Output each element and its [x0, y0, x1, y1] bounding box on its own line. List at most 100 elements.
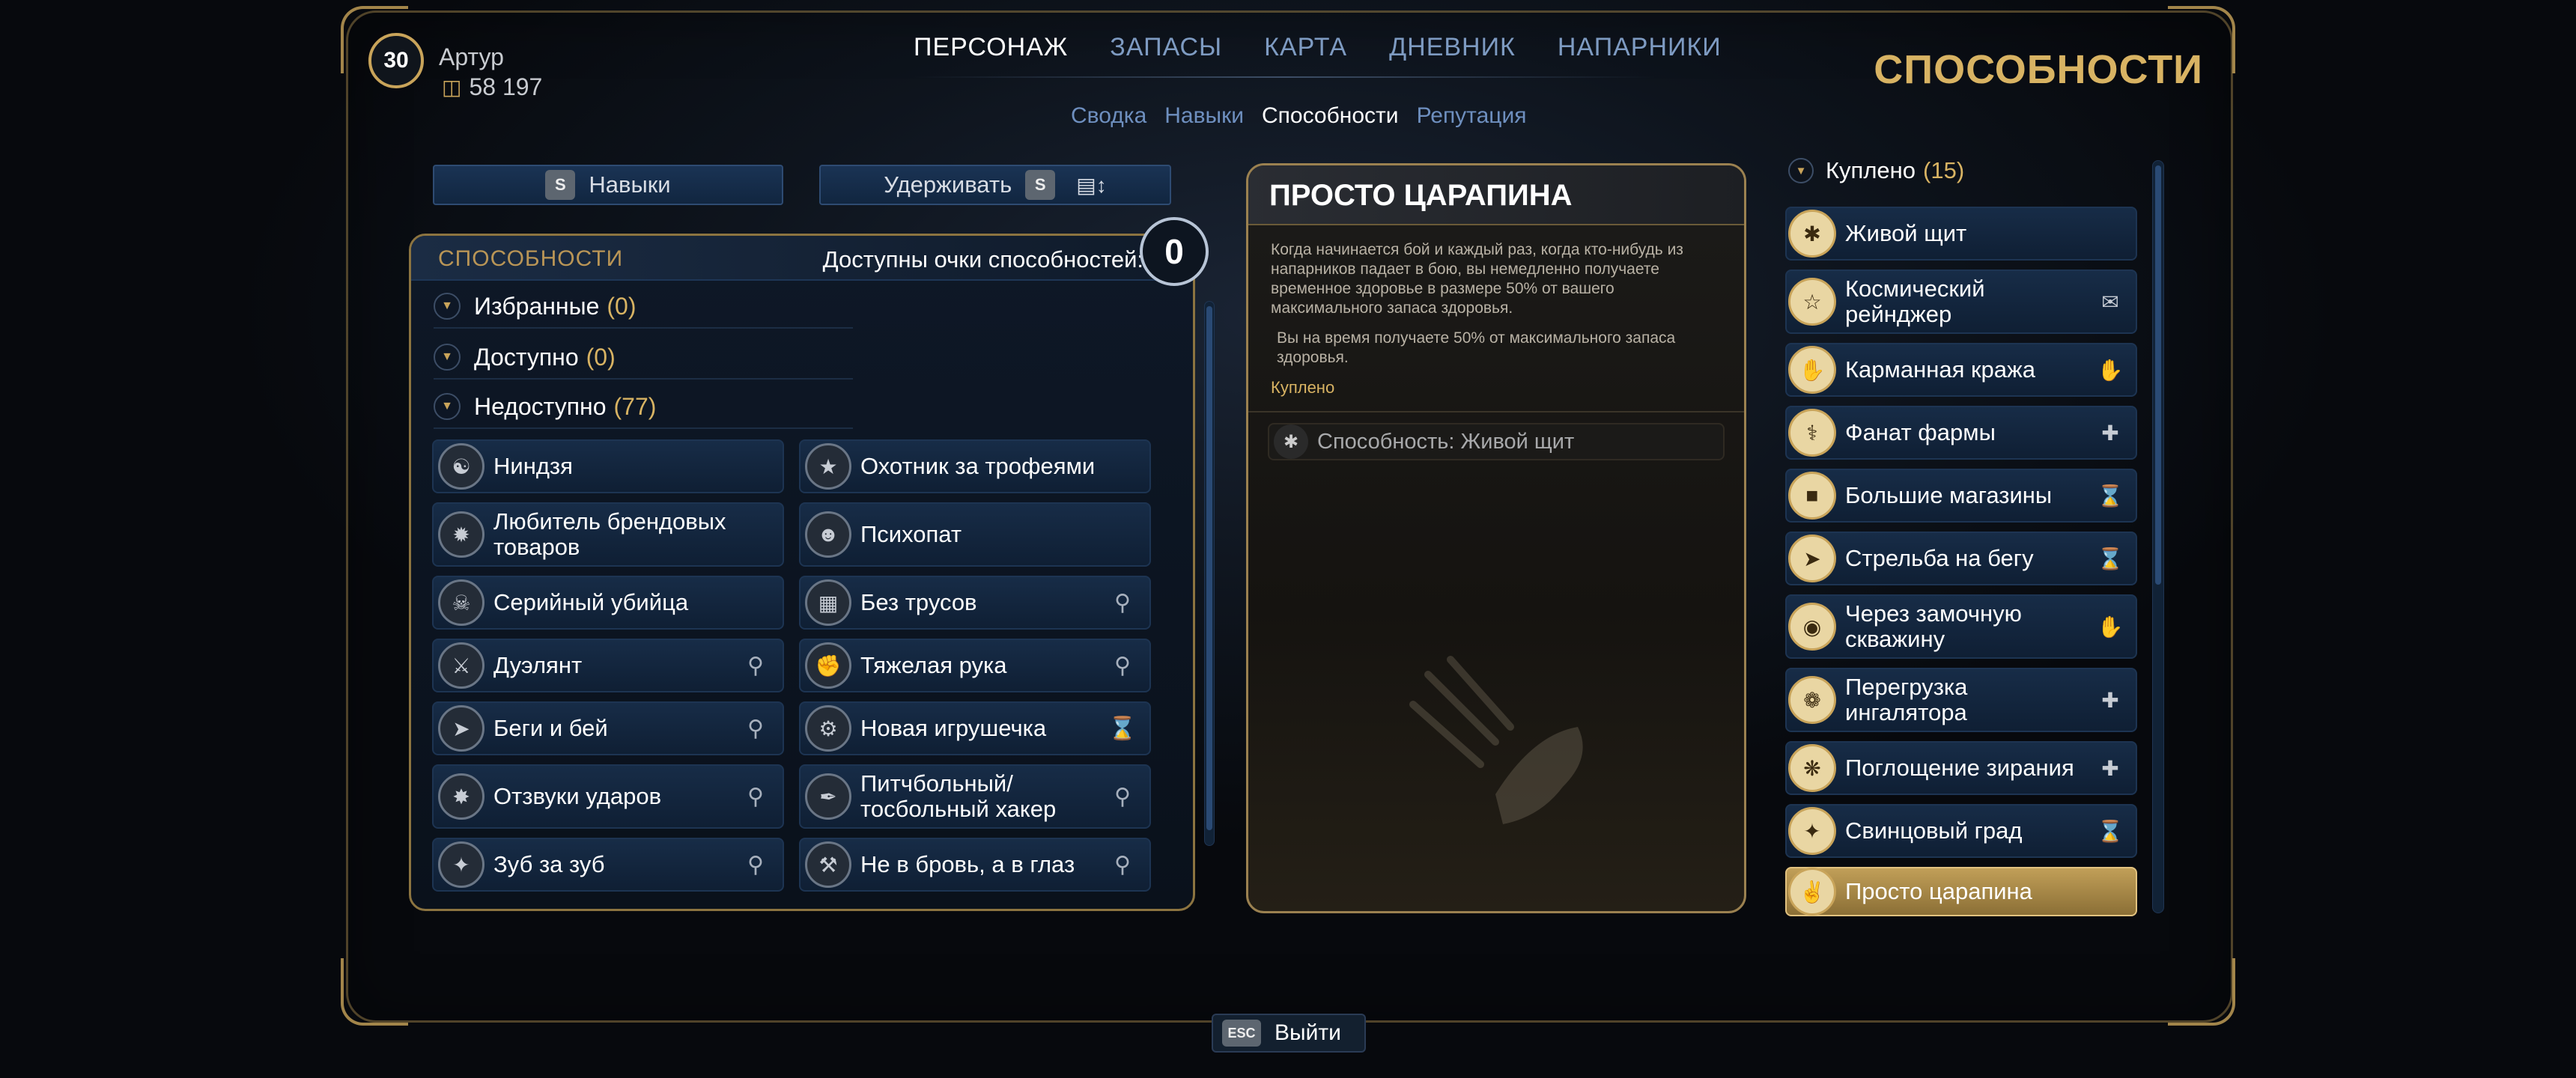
- perk-label: Стрельба на бегу: [1845, 545, 2034, 571]
- scroll-thumb[interactable]: [2155, 165, 2161, 585]
- scroll-thumb[interactable]: [1206, 306, 1212, 830]
- key-hint: S: [545, 170, 576, 200]
- ninja-icon: ☯: [438, 443, 484, 490]
- perk-card[interactable]: ✦ Зуб за зуб ⚲: [432, 838, 784, 892]
- perk-label: Отзвуки ударов: [493, 783, 662, 809]
- category-count: (0): [607, 292, 637, 320]
- subtab-reputation[interactable]: Репутация: [1417, 103, 1527, 129]
- perk-label: Серийный убийца: [493, 589, 689, 615]
- tab-inventory[interactable]: ЗАПАСЫ: [1110, 33, 1222, 62]
- axe-icon: ⚒: [805, 841, 851, 888]
- purchased-perk[interactable]: ✋ Карманная кража ✋: [1785, 343, 2137, 397]
- related-perk[interactable]: ✱ Способность: Живой щит: [1268, 423, 1725, 460]
- purchased-perk[interactable]: ✦ Свинцовый град ⌛: [1785, 804, 2137, 858]
- purchased-perk[interactable]: ⚕ Фанат фармы ✚: [1785, 406, 2137, 460]
- money-value: 58 197: [469, 73, 543, 100]
- gun-icon: ⌛: [2097, 819, 2124, 843]
- skills-button[interactable]: S Навыки: [433, 165, 783, 205]
- category-unavailable[interactable]: ▼ Недоступно (77): [434, 386, 853, 429]
- perk-card[interactable]: ☯ Ниндзя: [432, 439, 784, 493]
- related-perk-label: Способность: Живой щит: [1317, 429, 1575, 454]
- perk-card[interactable]: ➤ Беги и бей ⚲: [432, 701, 784, 755]
- melee-weapon-icon: ⚲: [747, 852, 764, 877]
- purchased-perk[interactable]: ➤ Стрельба на бегу ⌛: [1785, 532, 2137, 585]
- purchased-perk-selected[interactable]: ✌ Просто царапина: [1785, 867, 2137, 916]
- perk-card[interactable]: ⚔ Дуэлянт ⚲: [432, 639, 784, 692]
- medkit-icon: ✚: [2101, 688, 2119, 712]
- perk-detail-title: ПРОСТО ЦАРАПИНА: [1248, 165, 1744, 225]
- purchased-perk[interactable]: ✱ Живой щит: [1785, 207, 2137, 261]
- scratch-icon: ✌: [1788, 868, 1836, 916]
- perk-label: Любитель брендовых товаров: [493, 508, 726, 560]
- hand-icon: ✋: [2097, 615, 2124, 639]
- purchased-perk[interactable]: ☆ Космический рейнджер ✉: [1785, 270, 2137, 334]
- perks-scrollbar[interactable]: [1204, 301, 1215, 846]
- perk-card[interactable]: ✊ Тяжелая рука ⚲: [799, 639, 1151, 692]
- living-shield-icon: ✱: [1788, 210, 1836, 258]
- pharma-icon: ⚕: [1788, 409, 1836, 457]
- perk-label: Не в бровь, а в глаз: [860, 851, 1075, 877]
- perk-card[interactable]: ⚒ Не в бровь, а в глаз ⚲: [799, 838, 1151, 892]
- purchased-perk[interactable]: ◉ Через замочную скважину ✋: [1785, 594, 2137, 659]
- run-icon: ➤: [438, 705, 484, 752]
- perk-card[interactable]: ☻ Психопат: [799, 502, 1151, 567]
- subtab-summary[interactable]: Сводка: [1071, 103, 1146, 129]
- exit-button[interactable]: ESC Выйти: [1212, 1014, 1366, 1053]
- absorption-icon: ❋: [1788, 744, 1836, 792]
- perk-card[interactable]: ☠ Серийный убийца: [432, 576, 784, 630]
- perk-card[interactable]: ✹ Любитель брендовых товаров: [432, 502, 784, 567]
- tab-character[interactable]: ПЕРСОНАЖ: [914, 33, 1068, 62]
- melee-weapon-icon: ⚲: [747, 653, 764, 678]
- category-count: (77): [613, 392, 657, 420]
- perk-card[interactable]: ▦ Без трусов ⚲: [799, 576, 1151, 630]
- perk-card[interactable]: ⚙ Новая игрушечка ⌛: [799, 701, 1151, 755]
- space-ranger-icon: ☆: [1788, 278, 1836, 326]
- trophy-icon: ★: [805, 443, 851, 490]
- hold-sort-button[interactable]: Удерживать S ▤↕: [819, 165, 1171, 205]
- perk-label: Зуб за зуб: [493, 851, 605, 877]
- category-favorites[interactable]: ▼ Избранные (0): [434, 285, 853, 329]
- melee-weapon-icon: ⚲: [1114, 852, 1131, 877]
- purchased-category[interactable]: ▼ Куплено (15): [1788, 157, 1964, 184]
- perk-label: Просто царапина: [1845, 878, 2032, 904]
- purchased-perk[interactable]: ❁ Перегрузка ингалятора ✚: [1785, 668, 2137, 732]
- medkit-icon: ✚: [2101, 756, 2119, 780]
- serial-killer-icon: ☠: [438, 579, 484, 626]
- frame-corner: [341, 958, 408, 1026]
- esc-key-hint: ESC: [1222, 1020, 1261, 1047]
- crossed-swords-icon: ⚔: [438, 642, 484, 689]
- purchased-scrollbar[interactable]: [2152, 160, 2164, 913]
- perk-label: Дуэлянт: [493, 652, 583, 678]
- perk-card[interactable]: ★ Охотник за трофеями: [799, 439, 1151, 493]
- armor-icon: ▦: [805, 579, 851, 626]
- exit-label: Выйти: [1275, 1020, 1341, 1045]
- tab-map[interactable]: КАРТА: [1264, 33, 1347, 62]
- sub-navigation: Сводка Навыки Способности Репутация: [1071, 103, 1526, 129]
- psycho-mask-icon: ☻: [805, 511, 851, 558]
- melee-weapon-icon: ⚲: [1114, 590, 1131, 615]
- living-shield-icon: ✱: [1274, 424, 1308, 459]
- subtab-perks[interactable]: Способности: [1262, 103, 1399, 129]
- perk-label: Свинцовый град: [1845, 817, 2023, 844]
- magazine-icon: ■: [1788, 472, 1836, 520]
- tab-companions[interactable]: НАПАРНИКИ: [1558, 33, 1722, 62]
- perk-detail-panel: ПРОСТО ЦАРАПИНА Когда начинается бой и к…: [1246, 163, 1746, 913]
- tab-journal[interactable]: ДНЕВНИК: [1389, 33, 1516, 62]
- purchased-perk[interactable]: ■ Большие магазины ⌛: [1785, 469, 2137, 523]
- perk-status: Куплено: [1271, 378, 1335, 397]
- chevron-down-icon: ▼: [434, 293, 461, 320]
- hold-label: Удерживать: [884, 171, 1012, 198]
- perk-label: Поглощение зирания: [1845, 755, 2074, 781]
- perk-card[interactable]: ✒ Питчбольный/ тосбольный хакер ⚲: [799, 764, 1151, 829]
- perks-panel: СПОСОБНОСТИ Доступны очки способностей: …: [409, 234, 1195, 911]
- chevron-down-icon: ▼: [434, 393, 461, 420]
- gun-icon: ⌛: [1108, 716, 1137, 741]
- perk-effect: Вы на время получаете 50% от максимально…: [1277, 329, 1676, 366]
- category-available[interactable]: ▼ Доступно (0): [434, 336, 853, 380]
- lead-hail-icon: ✦: [1788, 807, 1836, 855]
- subtab-skills[interactable]: Навыки: [1164, 103, 1244, 129]
- gun-icon: ⌛: [2097, 484, 2124, 508]
- purchased-perk[interactable]: ❋ Поглощение зирания ✚: [1785, 741, 2137, 795]
- frame-corner: [2168, 958, 2235, 1026]
- perk-card[interactable]: ✸ Отзвуки ударов ⚲: [432, 764, 784, 829]
